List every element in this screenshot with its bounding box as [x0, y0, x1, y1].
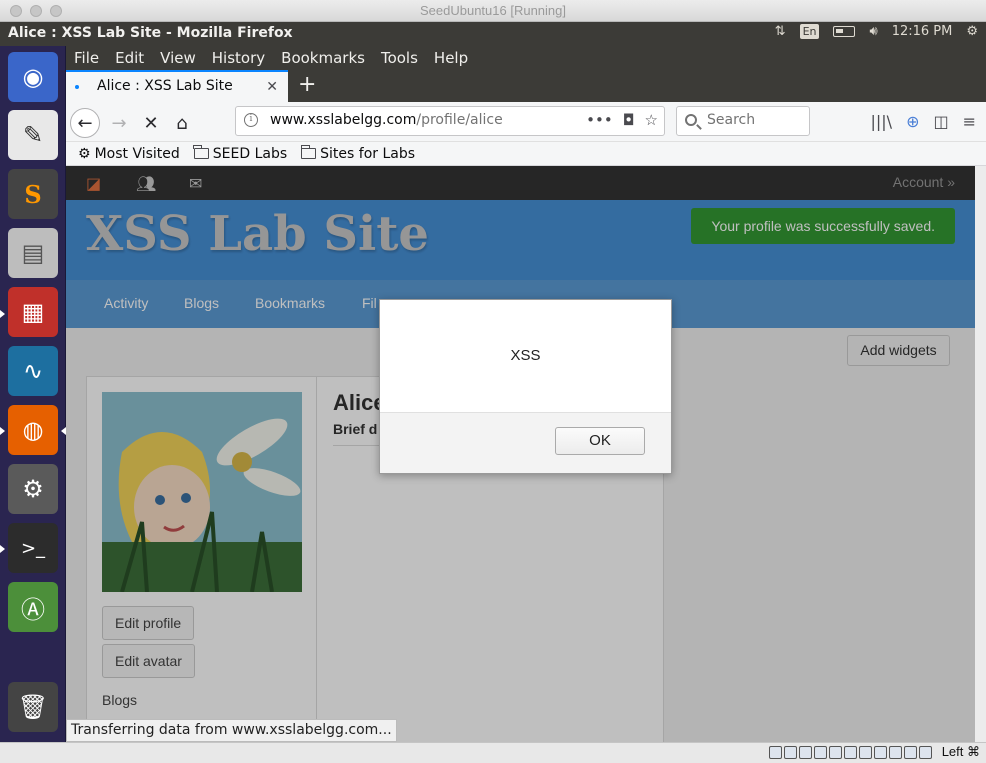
active-window-title: Alice : XSS Lab Site - Mozilla Firefox — [8, 25, 293, 41]
toolbar-icons: |||\ ⊕ ◫ ≡ — [871, 112, 977, 131]
file-manager-icon[interactable]: ▤ — [8, 228, 58, 278]
url-actions: ••• ◘ ☆ — [586, 111, 658, 129]
usb-icon[interactable] — [829, 746, 842, 759]
display-icon[interactable] — [859, 746, 872, 759]
pocket-icon[interactable]: ◘ — [623, 111, 635, 129]
tab-alice-profile[interactable]: Alice : XSS Lab Site ✕ — [66, 70, 288, 102]
hamburger-menu-icon[interactable]: ≡ — [963, 112, 976, 131]
home-button[interactable]: ⌂ — [167, 108, 197, 138]
ubuntu-dash-icon[interactable]: ◉ — [8, 52, 58, 102]
search-input[interactable]: Search — [676, 106, 810, 136]
host-window-title: SeedUbuntu16 [Running] — [419, 3, 566, 18]
close-tab-icon[interactable]: ✕ — [266, 79, 278, 95]
gear-icon: ⚙ — [78, 145, 91, 162]
terminal-icon[interactable]: >_ — [8, 523, 58, 573]
folder-icon — [193, 145, 209, 159]
host-key-indicator: Left ⌘ — [941, 744, 980, 759]
sidebar-icon[interactable]: ◫ — [933, 112, 948, 131]
url-text[interactable]: www.xsslabelgg.com/profile/alice — [270, 112, 503, 128]
shared-folders-icon[interactable] — [844, 746, 857, 759]
unity-launcher: ◉ ✎ S ▤ ▦ ∿ ◍ ⚙ >_ Ⓐ 🗑︎ — [0, 46, 66, 763]
back-button[interactable]: ← — [70, 108, 100, 138]
folder-icon — [300, 145, 317, 159]
search-placeholder: Search — [707, 112, 756, 128]
software-updater-icon[interactable]: Ⓐ — [8, 582, 58, 632]
loading-indicator-icon — [75, 85, 79, 89]
menu-edit[interactable]: Edit — [115, 46, 144, 70]
bookmark-most-visited[interactable]: ⚙ Most Visited — [78, 142, 180, 165]
volume-icon[interactable]: 🔊︎ — [869, 24, 877, 39]
forward-button[interactable]: → — [104, 108, 134, 138]
firefox-menu-bar: File Edit View History Bookmarks Tools H… — [66, 46, 986, 70]
url-bar[interactable]: i www.xsslabelgg.com/profile/alice ••• ◘… — [235, 106, 665, 136]
clock[interactable]: 12:16 PM — [892, 24, 953, 39]
library-icon[interactable]: |||\ — [871, 112, 893, 131]
menu-history[interactable]: History — [212, 46, 265, 70]
keyboard-language-indicator[interactable]: En — [799, 24, 820, 39]
page-actions-icon[interactable]: ••• — [586, 111, 613, 129]
video-capture-icon[interactable] — [874, 746, 887, 759]
alert-dialog: XSS OK — [379, 299, 672, 474]
navigation-toolbar: ← → ✕ ⌂ i www.xsslabelgg.com/profile/ali… — [66, 102, 986, 142]
cpu-icon[interactable] — [889, 746, 902, 759]
bookmark-label: SEED Labs — [212, 145, 288, 162]
running-indicator-icon — [0, 427, 5, 435]
menu-file[interactable]: File — [74, 46, 99, 70]
extension-icon[interactable]: ⊕ — [906, 112, 919, 131]
menu-bookmarks[interactable]: Bookmarks — [281, 46, 365, 70]
battery-icon[interactable] — [833, 26, 856, 37]
vbox-device-icons — [769, 746, 932, 759]
site-info-icon[interactable]: i — [244, 113, 258, 127]
network-adapter-icon[interactable] — [814, 746, 827, 759]
settings-gear-icon[interactable]: ⚙ — [966, 24, 978, 39]
bookmark-star-icon[interactable]: ☆ — [645, 111, 658, 129]
new-tab-icon[interactable]: + — [298, 72, 316, 97]
firefox-icon[interactable]: ◍ — [8, 405, 58, 455]
audio-icon[interactable] — [799, 746, 812, 759]
system-settings-icon[interactable]: ⚙ — [8, 464, 58, 514]
search-icon — [685, 114, 697, 126]
mouse-integration-icon[interactable] — [904, 746, 917, 759]
menu-help[interactable]: Help — [434, 46, 468, 70]
bookmark-seed-labs[interactable]: SEED Labs — [193, 142, 288, 165]
running-indicator-icon — [0, 310, 5, 318]
menu-view[interactable]: View — [160, 46, 196, 70]
terminal-red-icon[interactable]: ▦ — [8, 287, 58, 337]
hard-disk-icon[interactable] — [769, 746, 782, 759]
bookmark-sites-for-labs[interactable]: Sites for Labs — [300, 142, 416, 165]
alert-message: XSS — [510, 347, 541, 364]
sublime-text-icon[interactable]: S — [8, 169, 58, 219]
ubuntu-top-panel: Alice : XSS Lab Site - Mozilla Firefox ⇅… — [0, 22, 986, 46]
optical-drive-icon[interactable] — [784, 746, 797, 759]
network-icon[interactable]: ⇅ — [775, 24, 786, 39]
running-indicator-icon — [0, 545, 5, 553]
menu-tools[interactable]: Tools — [381, 46, 418, 70]
bookmark-label: Sites for Labs — [320, 145, 416, 162]
status-panel: Transferring data from www.xsslabelgg.co… — [66, 719, 397, 742]
wireshark-icon[interactable]: ∿ — [8, 346, 58, 396]
bookmarks-toolbar: ⚙ Most Visited SEED Labs Sites for Labs — [66, 142, 986, 166]
tab-title: Alice : XSS Lab Site — [97, 78, 233, 94]
keyboard-capture-icon[interactable] — [919, 746, 932, 759]
page-scrollbar[interactable] — [975, 166, 986, 742]
ok-button[interactable]: OK — [555, 427, 645, 455]
bookmark-label: Most Visited — [94, 145, 180, 162]
text-editor-icon[interactable]: ✎ — [8, 110, 58, 160]
stop-loading-button[interactable]: ✕ — [136, 108, 166, 138]
panel-indicators: ⇅ En 🔊︎ 12:16 PM ⚙ — [775, 24, 978, 39]
dialog-footer: OK — [380, 412, 671, 473]
host-window-titlebar: SeedUbuntu16 [Running] — [0, 0, 986, 22]
trash-icon[interactable]: 🗑︎ — [8, 682, 58, 732]
virtualbox-status-bar: Left ⌘ — [0, 742, 986, 763]
tab-strip: Alice : XSS Lab Site ✕ + — [66, 70, 986, 102]
